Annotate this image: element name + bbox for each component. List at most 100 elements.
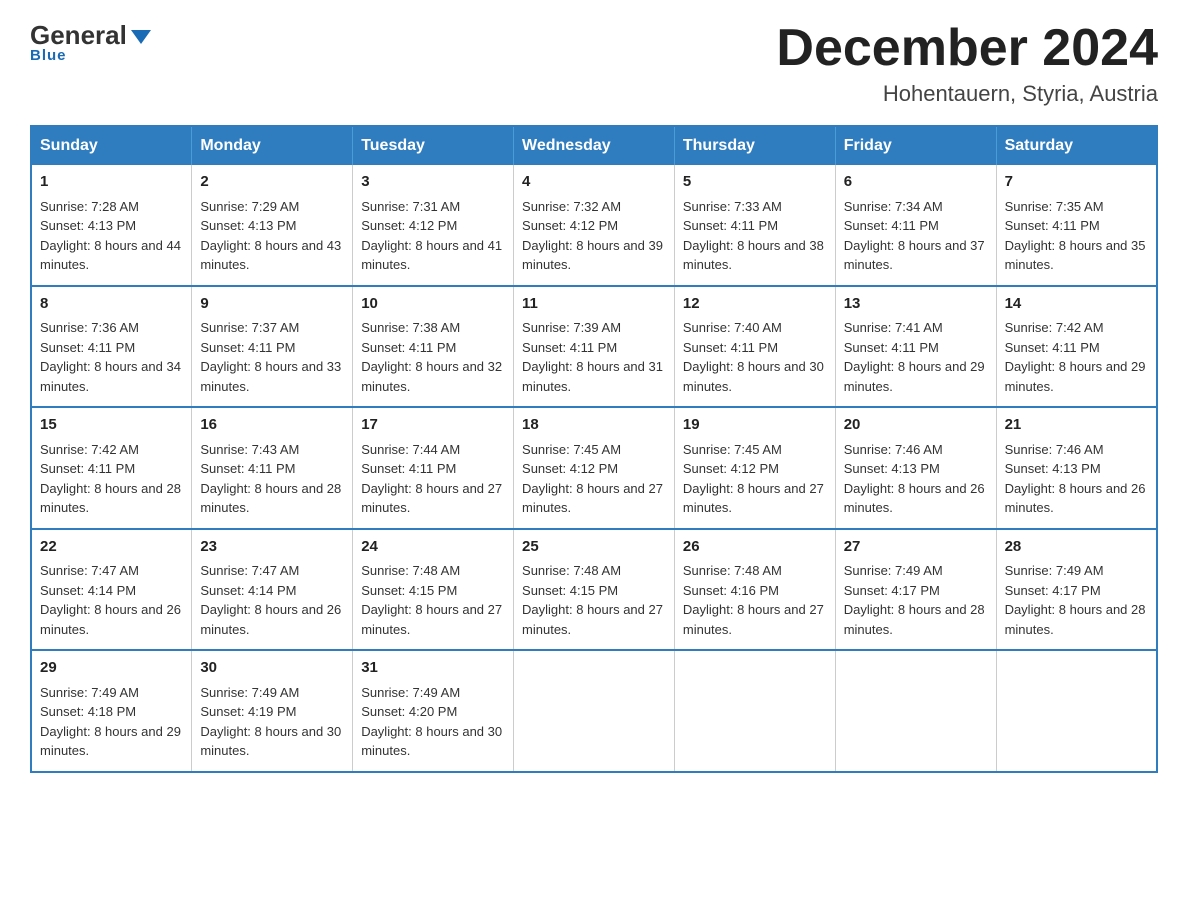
day-number: 9: [200, 293, 344, 316]
day-number: 18: [522, 414, 666, 437]
col-header-saturday: Saturday: [996, 126, 1157, 165]
title-area: December 2024 Hohentauern, Styria, Austr…: [776, 20, 1158, 107]
calendar-cell: 20 Sunrise: 7:46 AMSunset: 4:13 PMDaylig…: [835, 407, 996, 529]
calendar-cell: 9 Sunrise: 7:37 AMSunset: 4:11 PMDayligh…: [192, 286, 353, 408]
sunrise-info: Sunrise: 7:29 AMSunset: 4:13 PMDaylight:…: [200, 199, 341, 273]
sunrise-info: Sunrise: 7:31 AMSunset: 4:12 PMDaylight:…: [361, 199, 502, 273]
sunrise-info: Sunrise: 7:48 AMSunset: 4:15 PMDaylight:…: [361, 563, 502, 637]
sunrise-info: Sunrise: 7:41 AMSunset: 4:11 PMDaylight:…: [844, 320, 985, 394]
day-number: 13: [844, 293, 988, 316]
sunrise-info: Sunrise: 7:48 AMSunset: 4:15 PMDaylight:…: [522, 563, 663, 637]
day-number: 12: [683, 293, 827, 316]
calendar-cell: 7 Sunrise: 7:35 AMSunset: 4:11 PMDayligh…: [996, 165, 1157, 286]
sunrise-info: Sunrise: 7:34 AMSunset: 4:11 PMDaylight:…: [844, 199, 985, 273]
sunrise-info: Sunrise: 7:38 AMSunset: 4:11 PMDaylight:…: [361, 320, 502, 394]
month-title: December 2024: [776, 20, 1158, 77]
calendar-cell: 29 Sunrise: 7:49 AMSunset: 4:18 PMDaylig…: [31, 650, 192, 772]
calendar-week-row: 8 Sunrise: 7:36 AMSunset: 4:11 PMDayligh…: [31, 286, 1157, 408]
calendar-cell: 17 Sunrise: 7:44 AMSunset: 4:11 PMDaylig…: [353, 407, 514, 529]
sunrise-info: Sunrise: 7:37 AMSunset: 4:11 PMDaylight:…: [200, 320, 341, 394]
calendar-cell: 22 Sunrise: 7:47 AMSunset: 4:14 PMDaylig…: [31, 529, 192, 651]
calendar-cell: 23 Sunrise: 7:47 AMSunset: 4:14 PMDaylig…: [192, 529, 353, 651]
day-number: 11: [522, 293, 666, 316]
sunrise-info: Sunrise: 7:47 AMSunset: 4:14 PMDaylight:…: [200, 563, 341, 637]
day-number: 7: [1005, 171, 1148, 194]
sunrise-info: Sunrise: 7:49 AMSunset: 4:19 PMDaylight:…: [200, 685, 341, 759]
calendar-cell: 15 Sunrise: 7:42 AMSunset: 4:11 PMDaylig…: [31, 407, 192, 529]
sunrise-info: Sunrise: 7:47 AMSunset: 4:14 PMDaylight:…: [40, 563, 181, 637]
logo: General Blue: [30, 20, 151, 64]
day-number: 15: [40, 414, 183, 437]
logo-blue-text: Blue: [30, 47, 67, 64]
calendar-cell: [514, 650, 675, 772]
calendar-cell: 25 Sunrise: 7:48 AMSunset: 4:15 PMDaylig…: [514, 529, 675, 651]
calendar-week-row: 29 Sunrise: 7:49 AMSunset: 4:18 PMDaylig…: [31, 650, 1157, 772]
col-header-thursday: Thursday: [674, 126, 835, 165]
calendar-cell: 19 Sunrise: 7:45 AMSunset: 4:12 PMDaylig…: [674, 407, 835, 529]
day-number: 8: [40, 293, 183, 316]
calendar-cell: 1 Sunrise: 7:28 AMSunset: 4:13 PMDayligh…: [31, 165, 192, 286]
calendar-cell: 8 Sunrise: 7:36 AMSunset: 4:11 PMDayligh…: [31, 286, 192, 408]
day-number: 6: [844, 171, 988, 194]
sunrise-info: Sunrise: 7:39 AMSunset: 4:11 PMDaylight:…: [522, 320, 663, 394]
day-number: 19: [683, 414, 827, 437]
calendar-cell: 21 Sunrise: 7:46 AMSunset: 4:13 PMDaylig…: [996, 407, 1157, 529]
calendar-cell: 18 Sunrise: 7:45 AMSunset: 4:12 PMDaylig…: [514, 407, 675, 529]
calendar-week-row: 22 Sunrise: 7:47 AMSunset: 4:14 PMDaylig…: [31, 529, 1157, 651]
calendar-cell: [674, 650, 835, 772]
calendar-header-row: SundayMondayTuesdayWednesdayThursdayFrid…: [31, 126, 1157, 165]
col-header-friday: Friday: [835, 126, 996, 165]
day-number: 23: [200, 536, 344, 559]
calendar-cell: 12 Sunrise: 7:40 AMSunset: 4:11 PMDaylig…: [674, 286, 835, 408]
calendar-week-row: 1 Sunrise: 7:28 AMSunset: 4:13 PMDayligh…: [31, 165, 1157, 286]
day-number: 31: [361, 657, 505, 680]
sunrise-info: Sunrise: 7:49 AMSunset: 4:20 PMDaylight:…: [361, 685, 502, 759]
col-header-monday: Monday: [192, 126, 353, 165]
sunrise-info: Sunrise: 7:28 AMSunset: 4:13 PMDaylight:…: [40, 199, 181, 273]
calendar-cell: 2 Sunrise: 7:29 AMSunset: 4:13 PMDayligh…: [192, 165, 353, 286]
day-number: 10: [361, 293, 505, 316]
calendar-cell: 28 Sunrise: 7:49 AMSunset: 4:17 PMDaylig…: [996, 529, 1157, 651]
calendar-cell: 27 Sunrise: 7:49 AMSunset: 4:17 PMDaylig…: [835, 529, 996, 651]
calendar-cell: 31 Sunrise: 7:49 AMSunset: 4:20 PMDaylig…: [353, 650, 514, 772]
col-header-tuesday: Tuesday: [353, 126, 514, 165]
sunrise-info: Sunrise: 7:42 AMSunset: 4:11 PMDaylight:…: [1005, 320, 1146, 394]
day-number: 29: [40, 657, 183, 680]
calendar-cell: 30 Sunrise: 7:49 AMSunset: 4:19 PMDaylig…: [192, 650, 353, 772]
calendar-cell: 10 Sunrise: 7:38 AMSunset: 4:11 PMDaylig…: [353, 286, 514, 408]
sunrise-info: Sunrise: 7:45 AMSunset: 4:12 PMDaylight:…: [522, 442, 663, 516]
sunrise-info: Sunrise: 7:43 AMSunset: 4:11 PMDaylight:…: [200, 442, 341, 516]
sunrise-info: Sunrise: 7:46 AMSunset: 4:13 PMDaylight:…: [844, 442, 985, 516]
sunrise-info: Sunrise: 7:33 AMSunset: 4:11 PMDaylight:…: [683, 199, 824, 273]
day-number: 28: [1005, 536, 1148, 559]
location-title: Hohentauern, Styria, Austria: [776, 81, 1158, 107]
sunrise-info: Sunrise: 7:49 AMSunset: 4:18 PMDaylight:…: [40, 685, 181, 759]
calendar-cell: 14 Sunrise: 7:42 AMSunset: 4:11 PMDaylig…: [996, 286, 1157, 408]
calendar-cell: 16 Sunrise: 7:43 AMSunset: 4:11 PMDaylig…: [192, 407, 353, 529]
sunrise-info: Sunrise: 7:45 AMSunset: 4:12 PMDaylight:…: [683, 442, 824, 516]
day-number: 5: [683, 171, 827, 194]
sunrise-info: Sunrise: 7:49 AMSunset: 4:17 PMDaylight:…: [1005, 563, 1146, 637]
calendar-cell: 5 Sunrise: 7:33 AMSunset: 4:11 PMDayligh…: [674, 165, 835, 286]
col-header-wednesday: Wednesday: [514, 126, 675, 165]
calendar-cell: [835, 650, 996, 772]
sunrise-info: Sunrise: 7:46 AMSunset: 4:13 PMDaylight:…: [1005, 442, 1146, 516]
calendar-cell: 11 Sunrise: 7:39 AMSunset: 4:11 PMDaylig…: [514, 286, 675, 408]
calendar-cell: 6 Sunrise: 7:34 AMSunset: 4:11 PMDayligh…: [835, 165, 996, 286]
day-number: 21: [1005, 414, 1148, 437]
calendar-cell: 24 Sunrise: 7:48 AMSunset: 4:15 PMDaylig…: [353, 529, 514, 651]
sunrise-info: Sunrise: 7:44 AMSunset: 4:11 PMDaylight:…: [361, 442, 502, 516]
day-number: 2: [200, 171, 344, 194]
day-number: 3: [361, 171, 505, 194]
sunrise-info: Sunrise: 7:36 AMSunset: 4:11 PMDaylight:…: [40, 320, 181, 394]
sunrise-info: Sunrise: 7:35 AMSunset: 4:11 PMDaylight:…: [1005, 199, 1146, 273]
day-number: 27: [844, 536, 988, 559]
logo-triangle-icon: [131, 30, 151, 44]
day-number: 24: [361, 536, 505, 559]
page-header: General Blue December 2024 Hohentauern, …: [30, 20, 1158, 107]
calendar-table: SundayMondayTuesdayWednesdayThursdayFrid…: [30, 125, 1158, 773]
day-number: 22: [40, 536, 183, 559]
col-header-sunday: Sunday: [31, 126, 192, 165]
day-number: 25: [522, 536, 666, 559]
sunrise-info: Sunrise: 7:40 AMSunset: 4:11 PMDaylight:…: [683, 320, 824, 394]
